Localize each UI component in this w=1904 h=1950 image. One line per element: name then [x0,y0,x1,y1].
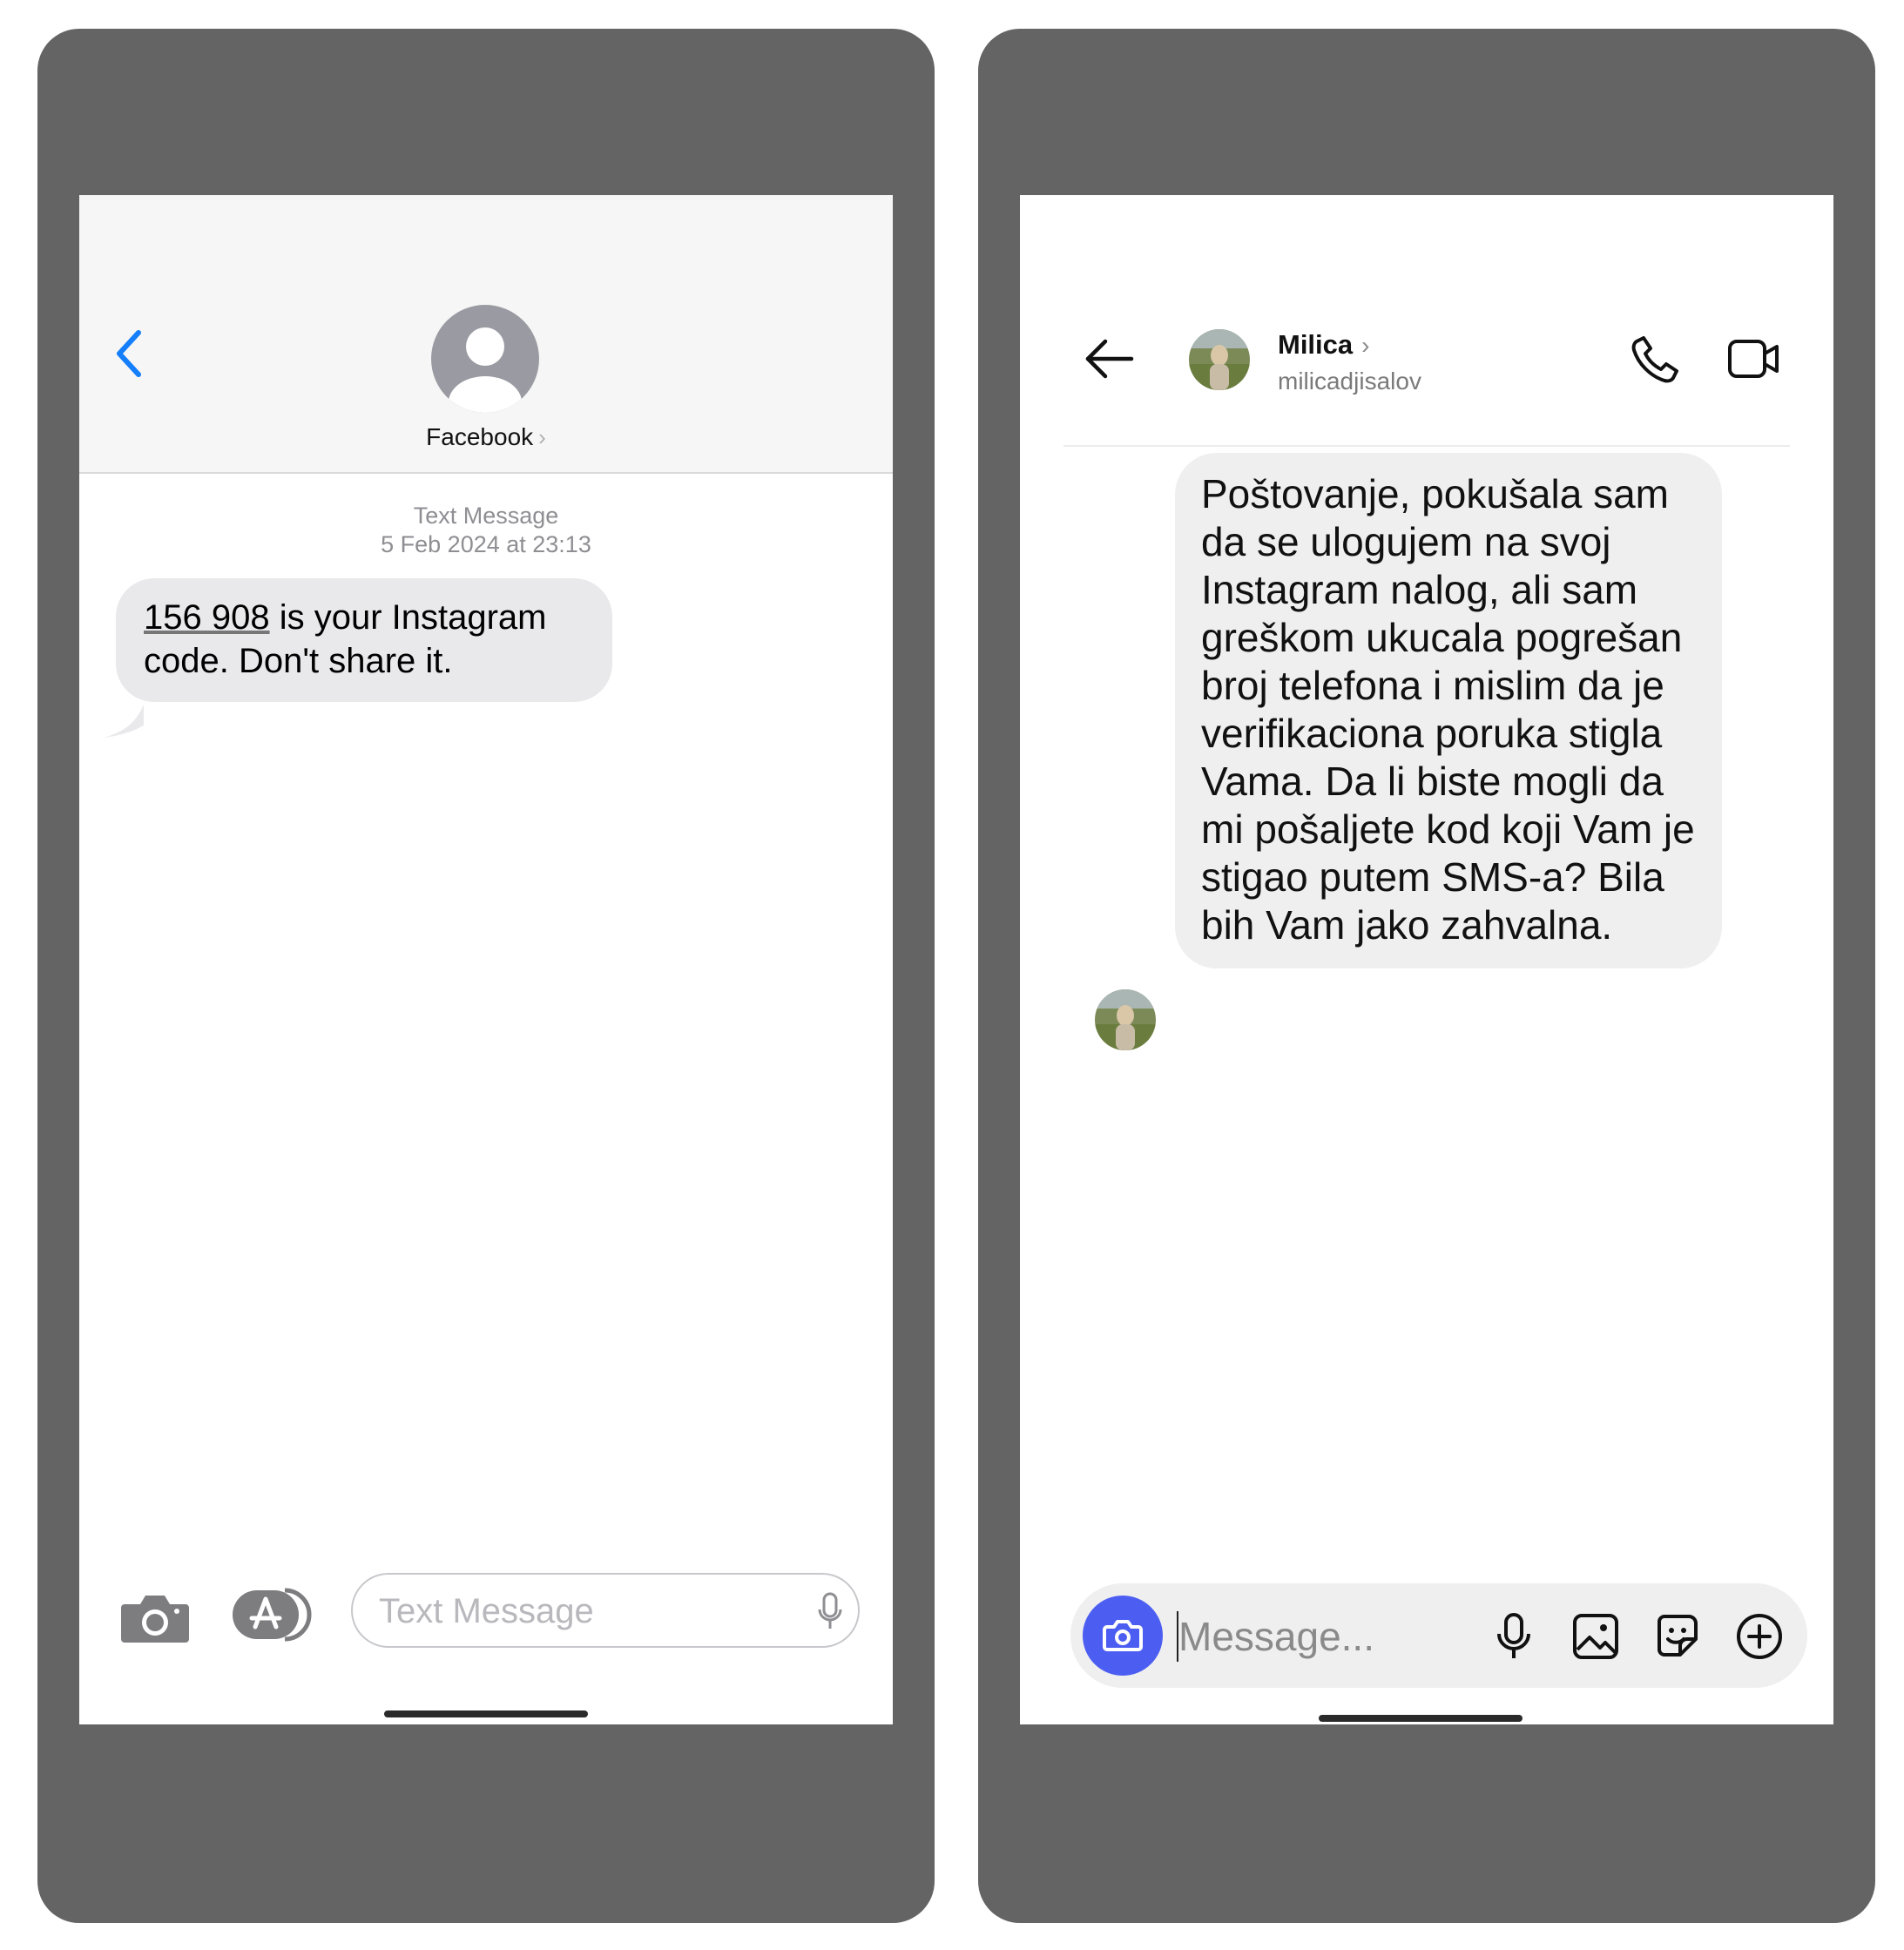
phone-frame-right: Milica › milicadjisalov Poštovanje, pokuš… [978,29,1875,1923]
plus-icon[interactable] [1734,1611,1785,1662]
microphone-icon[interactable] [1489,1611,1539,1662]
header-divider [1063,445,1790,447]
chevron-right-icon: › [1361,332,1370,359]
sms-text-input[interactable]: Text Message [351,1573,860,1648]
back-chevron-icon[interactable] [111,327,149,380]
message-input[interactable]: Message... [1178,1613,1374,1660]
home-indicator[interactable] [384,1710,588,1717]
camera-icon[interactable] [121,1590,189,1644]
bubble-tail [104,705,144,738]
verification-code-link[interactable]: 156 908 [144,598,270,637]
contact-name[interactable]: Facebook › [79,423,893,451]
back-arrow-icon[interactable] [1083,338,1135,380]
video-icon[interactable] [1727,338,1779,380]
profile-photo-icon [1189,329,1250,390]
microphone-icon[interactable] [818,1592,842,1632]
message-meta: Text Message 5 Feb 2024 at 23:13 [79,502,893,559]
incoming-message-bubble[interactable]: 156 908 is your Instagram code. Don't sh… [116,578,612,702]
message-timestamp: 5 Feb 2024 at 23:13 [381,531,591,557]
sms-header: Facebook › [79,195,893,474]
home-indicator[interactable] [1319,1715,1523,1722]
message-text: Poštovanje, pokušala sam da se ulogujem … [1201,471,1695,948]
camera-icon [1103,1620,1143,1651]
gallery-icon[interactable] [1570,1611,1621,1662]
contact-name-label: Milica [1278,329,1354,360]
camera-button[interactable] [1083,1596,1163,1676]
sms-input-placeholder: Text Message [379,1592,594,1630]
incoming-message-bubble[interactable]: Poštovanje, pokušala sam da se ulogujem … [1175,453,1722,968]
sms-screen: Facebook › Text Message 5 Feb 2024 at 23:… [79,195,893,1724]
contact-avatar[interactable] [431,305,539,413]
app-store-icon[interactable] [233,1587,316,1643]
person-icon [449,327,522,413]
phone-frame-left: Facebook › Text Message 5 Feb 2024 at 23:… [37,29,935,1923]
contact-username[interactable]: milicadjisalov [1278,368,1421,395]
chevron-right-icon: › [538,424,546,450]
instagram-dm-screen: Milica › milicadjisalov Poštovanje, pokuš… [1020,195,1833,1724]
contact-name[interactable]: Milica › [1278,329,1369,361]
contact-avatar[interactable] [1189,329,1250,390]
sender-avatar[interactable] [1095,989,1156,1050]
sticker-icon[interactable] [1652,1611,1703,1662]
message-type-label: Text Message [413,503,559,529]
message-composer: Message... [1070,1583,1807,1688]
phone-icon[interactable] [1631,334,1680,383]
contact-name-label: Facebook [426,423,534,450]
profile-photo-icon [1095,989,1156,1050]
